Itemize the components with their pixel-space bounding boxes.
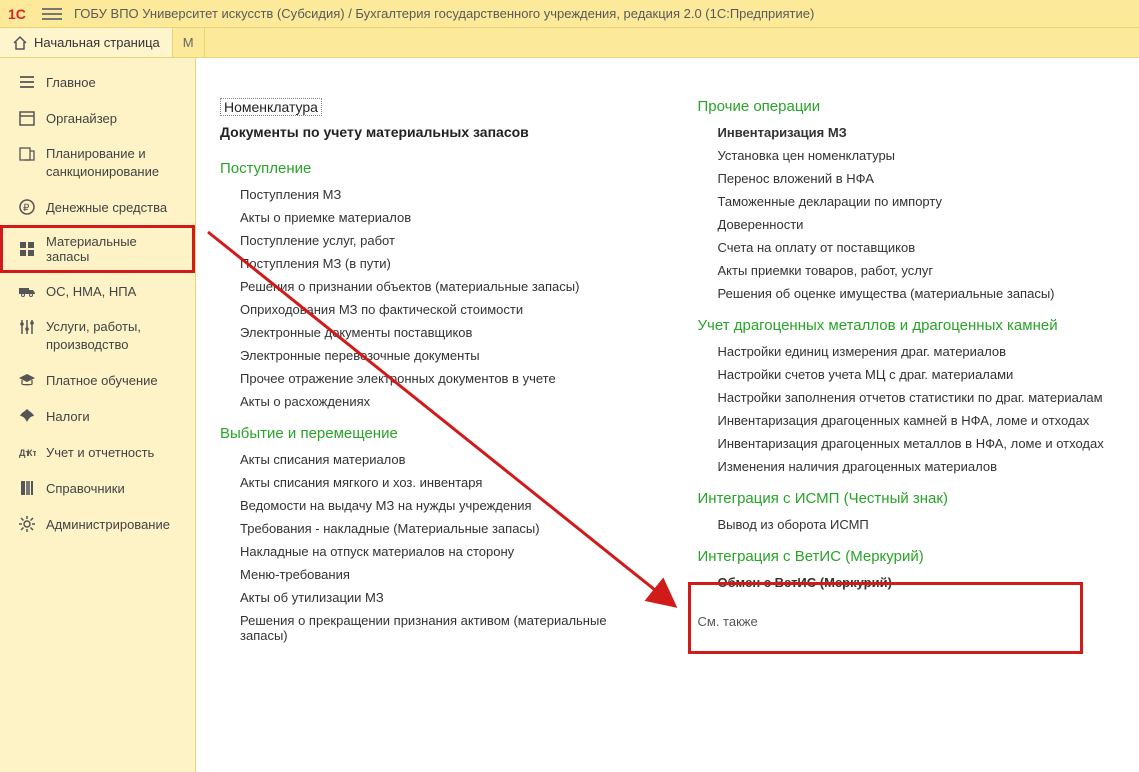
plan-icon	[18, 145, 36, 163]
list-item[interactable]: Накладные на отпуск материалов на сторон…	[240, 544, 638, 559]
list-item[interactable]: Решения о признании объектов (материальн…	[240, 279, 638, 294]
sidebar-item-8[interactable]: Налоги	[0, 398, 195, 434]
books-icon	[18, 479, 36, 497]
svg-text:1C: 1C	[8, 6, 26, 22]
sidebar-item-11[interactable]: Администрирование	[0, 506, 195, 542]
graduation-icon	[18, 371, 36, 389]
svg-text:₽: ₽	[23, 203, 30, 214]
svg-text:Кт: Кт	[27, 448, 36, 458]
report-icon: ДтКт	[18, 443, 36, 461]
tab-bar: Начальная страница М	[0, 28, 1139, 58]
sidebar-item-label: Денежные средства	[46, 200, 167, 215]
sidebar-item-label: ОС, НМА, НПА	[46, 284, 136, 299]
sidebar-item-label: Учет и отчетность	[46, 445, 154, 460]
truck-icon	[18, 282, 36, 300]
gear-icon	[18, 515, 36, 533]
menu-icon	[18, 73, 36, 91]
list-item[interactable]: Поступления МЗ (в пути)	[240, 256, 638, 271]
sidebar-item-label: Налоги	[46, 409, 90, 424]
sidebar-item-label: Платное обучение	[46, 373, 158, 388]
content-area: Номенклатура Документы по учету материаль…	[196, 58, 1139, 772]
sidebar-item-label: Органайзер	[46, 111, 117, 126]
list-item[interactable]: Акты приемки товаров, работ, услуг	[718, 263, 1116, 278]
list-item[interactable]: Акты о расхождениях	[240, 394, 638, 409]
list-item[interactable]: Акты о приемке материалов	[240, 210, 638, 225]
menu-toggle-icon[interactable]	[42, 8, 62, 20]
sidebar-item-label: Планирование и санкционирование	[46, 145, 159, 180]
list-item[interactable]: Счета на оплату от поставщиков	[718, 240, 1116, 255]
sidebar-item-label: Материальные запасы	[46, 234, 183, 264]
list-item[interactable]: Электронные перевозочные документы	[240, 348, 638, 363]
tab-secondary[interactable]: М	[173, 28, 205, 57]
sidebar-item-label: Справочники	[46, 481, 125, 496]
sidebar-item-7[interactable]: Платное обучение	[0, 362, 195, 398]
sidebar-item-9[interactable]: ДтКт Учет и отчетность	[0, 434, 195, 470]
sidebar-item-6[interactable]: Услуги, работы, производство	[0, 309, 195, 362]
tab-secondary-label: М	[183, 35, 194, 50]
list-item[interactable]: Ведомости на выдачу МЗ на нужды учрежден…	[240, 498, 638, 513]
sidebar-item-4[interactable]: Материальные запасы	[0, 225, 195, 273]
list-item[interactable]: Настройки счетов учета МЦ с драг. матери…	[718, 367, 1116, 382]
list-item[interactable]: Вывод из оборота ИСМП	[718, 517, 1116, 532]
list-item[interactable]: Электронные документы поставщиков	[240, 325, 638, 340]
tab-home[interactable]: Начальная страница	[0, 28, 173, 57]
list-item[interactable]: Поступление услуг, работ	[240, 233, 638, 248]
section-title: Прочие операции	[698, 98, 1116, 115]
window-title: ГОБУ ВПО Университет искусств (Субсидия)…	[74, 6, 814, 21]
sidebar-item-0[interactable]: Главное	[0, 64, 195, 100]
list-item[interactable]: Перенос вложений в НФА	[718, 171, 1116, 186]
sidebar-item-label: Администрирование	[46, 517, 170, 532]
sidebar-item-10[interactable]: Справочники	[0, 470, 195, 506]
sliders-icon	[18, 318, 36, 336]
section-title: Интеграция с ВетИС (Меркурий)	[698, 548, 1116, 565]
list-item[interactable]: Таможенные декларации по импорту	[718, 194, 1116, 209]
list-item[interactable]: Меню-требования	[240, 567, 638, 582]
section-title: Интеграция с ИСМП (Честный знак)	[698, 490, 1116, 507]
list-item[interactable]: Требования - накладные (Материальные зап…	[240, 521, 638, 536]
sidebar-item-3[interactable]: ₽ Денежные средства	[0, 189, 195, 225]
list-item[interactable]: Инвентаризация драгоценных камней в НФА,…	[718, 413, 1116, 428]
list-item[interactable]: Поступления МЗ	[240, 187, 638, 202]
home-icon	[12, 35, 28, 51]
list-item[interactable]: Установка цен номенклатуры	[718, 148, 1116, 163]
list-item[interactable]: Настройки заполнения отчетов статистики …	[718, 390, 1116, 405]
list-item[interactable]: Решения об оценке имущества (материальны…	[718, 286, 1116, 301]
list-item[interactable]: Доверенности	[718, 217, 1116, 232]
nomenclature-header[interactable]: Номенклатура	[220, 98, 322, 116]
sidebar: Главное Органайзер Планирование и санкцион…	[0, 58, 196, 772]
ruble-icon: ₽	[18, 198, 36, 216]
section-title: Учет драгоценных металлов и драгоценных …	[698, 317, 1116, 334]
section-title: Выбытие и перемещение	[220, 425, 638, 442]
eagle-icon	[18, 407, 36, 425]
list-item[interactable]: Акты списания мягкого и хоз. инвентаря	[240, 475, 638, 490]
sidebar-item-label: Главное	[46, 75, 96, 90]
documents-subheader: Документы по учету материальных запасов	[220, 124, 638, 140]
list-item[interactable]: Акты списания материалов	[240, 452, 638, 467]
list-item[interactable]: Решения о прекращении признания активом …	[240, 613, 638, 643]
list-item[interactable]: Оприходования МЗ по фактической стоимост…	[240, 302, 638, 317]
calendar-icon	[18, 109, 36, 127]
list-item[interactable]: Настройки единиц измерения драг. материа…	[718, 344, 1116, 359]
section-title: Поступление	[220, 160, 638, 177]
tab-home-label: Начальная страница	[34, 35, 160, 50]
grid-icon	[18, 240, 36, 258]
highlight-ismp-box	[688, 582, 1083, 654]
list-item[interactable]: Прочее отражение электронных документов …	[240, 371, 638, 386]
titlebar: 1C ГОБУ ВПО Университет искусств (Субсид…	[0, 0, 1139, 28]
sidebar-item-label: Услуги, работы, производство	[46, 318, 141, 353]
list-item[interactable]: Акты об утилизации МЗ	[240, 590, 638, 605]
list-item[interactable]: Изменения наличия драгоценных материалов	[718, 459, 1116, 474]
list-item[interactable]: Инвентаризация МЗ	[718, 125, 1116, 140]
app-logo-icon: 1C	[8, 5, 32, 23]
sidebar-item-1[interactable]: Органайзер	[0, 100, 195, 136]
sidebar-item-2[interactable]: Планирование и санкционирование	[0, 136, 195, 189]
list-item[interactable]: Инвентаризация драгоценных металлов в НФ…	[718, 436, 1116, 451]
sidebar-item-5[interactable]: ОС, НМА, НПА	[0, 273, 195, 309]
